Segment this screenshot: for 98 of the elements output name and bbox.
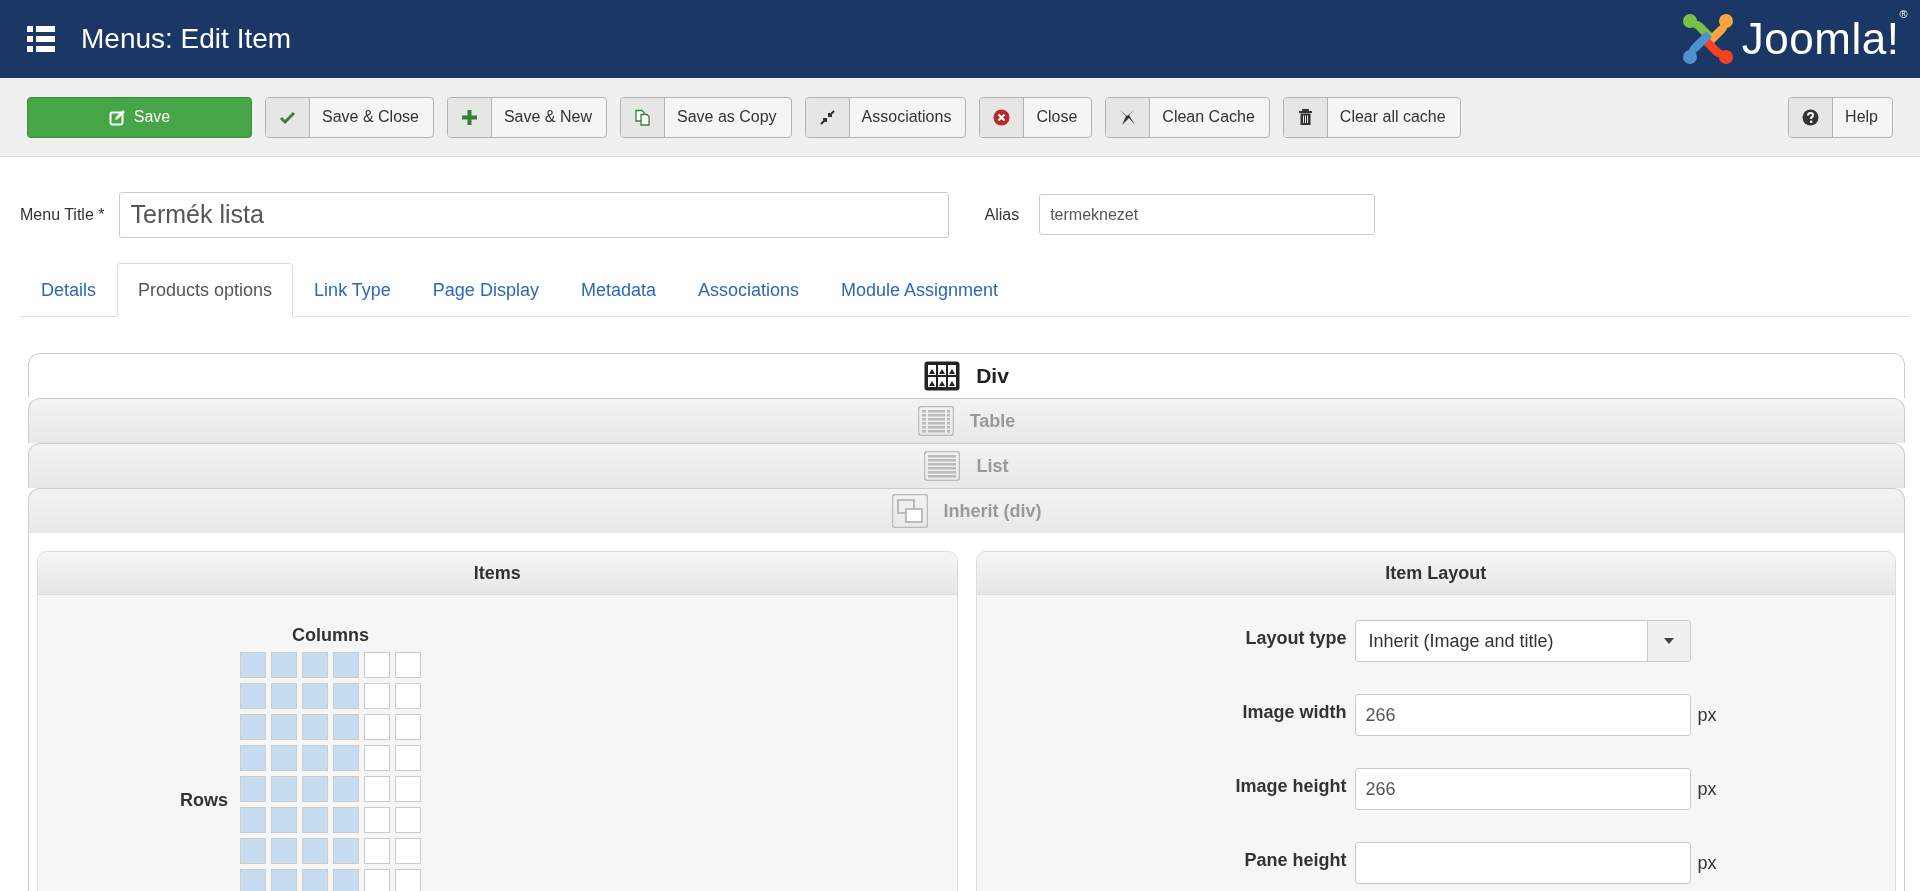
unit-label: px — [1697, 852, 1717, 874]
grid-cell[interactable] — [271, 869, 297, 891]
tab[interactable]: Page Display — [411, 263, 560, 317]
grid-cell[interactable] — [302, 745, 328, 771]
grid-cell[interactable] — [302, 869, 328, 891]
grid-cell[interactable] — [333, 807, 359, 833]
field-label: Menu Title * — [20, 205, 105, 224]
grid-cell[interactable] — [302, 776, 328, 802]
grid-cell[interactable] — [333, 652, 359, 678]
layout-option[interactable]: Div — [28, 353, 1905, 398]
trash-icon — [1296, 108, 1314, 126]
grid-cell[interactable] — [364, 869, 390, 891]
grid-cell[interactable] — [240, 869, 266, 891]
text-field[interactable] — [1354, 842, 1691, 884]
unit-label: px — [1697, 778, 1717, 800]
toolbar-button[interactable]: Clear all cache — [1282, 96, 1461, 138]
tab[interactable]: Associations — [676, 263, 821, 317]
unit-label: px — [1697, 704, 1717, 726]
tab[interactable]: Metadata — [559, 263, 677, 317]
lightning-icon — [1119, 108, 1137, 126]
grid-cell[interactable] — [240, 838, 266, 864]
field-label: Image width — [1241, 701, 1347, 723]
grid-cell[interactable] — [271, 776, 297, 802]
grid-cell[interactable] — [395, 776, 421, 802]
grid-cell[interactable] — [364, 807, 390, 833]
grid-cell[interactable] — [364, 683, 390, 709]
field-label: Layout type — [1244, 627, 1347, 649]
help-icon — [1802, 108, 1820, 126]
grid-axis-label: Columns — [292, 625, 369, 646]
toolbar-button[interactable]: Associations — [804, 96, 967, 138]
grid-cell[interactable] — [333, 714, 359, 740]
grid-cell[interactable] — [240, 683, 266, 709]
list-icon — [27, 26, 55, 52]
page-title: Menus: Edit Item — [81, 23, 293, 55]
grid-cell[interactable] — [271, 714, 297, 740]
panel-header: Items — [38, 552, 957, 595]
toolbar-button[interactable]: Save as Copy — [620, 96, 792, 138]
windows-icon — [891, 494, 928, 528]
grid-cell[interactable] — [364, 745, 390, 771]
tab[interactable]: Link Type — [293, 263, 412, 317]
grid-cell[interactable] — [302, 683, 328, 709]
alias-field[interactable]: termeknezet — [1039, 194, 1376, 235]
grid-cell[interactable] — [395, 745, 421, 771]
grid-cell[interactable] — [333, 838, 359, 864]
toolbar-button[interactable]: Save & Close — [265, 96, 434, 138]
list-lines-icon — [924, 451, 961, 481]
grid-cell[interactable] — [364, 776, 390, 802]
grid-cell[interactable] — [364, 838, 390, 864]
grid-cell[interactable] — [333, 683, 359, 709]
close-icon — [993, 108, 1011, 126]
field-label: Alias — [984, 205, 1020, 224]
grid-cell[interactable] — [333, 776, 359, 802]
tab[interactable]: Module Assignment — [820, 263, 1020, 317]
grid-cell[interactable] — [240, 714, 266, 740]
grid-cell[interactable] — [333, 745, 359, 771]
grid-cell[interactable] — [271, 838, 297, 864]
grid-cell[interactable] — [240, 776, 266, 802]
grid-cell[interactable] — [302, 807, 328, 833]
field-label: Image height — [1234, 775, 1347, 797]
layout-type-dropdown[interactable]: Inherit (Image and title) — [1354, 620, 1691, 662]
menu-title-field[interactable]: Termék lista — [119, 191, 950, 238]
grid-cell[interactable] — [364, 652, 390, 678]
grid-cell[interactable] — [395, 683, 421, 709]
caret-icon — [1663, 638, 1674, 644]
edit-icon — [108, 108, 126, 126]
toolbar-button[interactable]: Clean Cache — [1105, 96, 1270, 138]
grid-cell[interactable] — [271, 807, 297, 833]
grid-cell[interactable] — [364, 714, 390, 740]
grid-cell[interactable] — [271, 683, 297, 709]
grid-cell[interactable] — [395, 838, 421, 864]
grid-cell[interactable] — [240, 807, 266, 833]
shrink-arrows-icon — [818, 108, 836, 126]
grid-cell[interactable] — [240, 652, 266, 678]
grid-cell[interactable] — [302, 714, 328, 740]
grid-cell[interactable] — [395, 807, 421, 833]
tab[interactable]: Products options — [117, 263, 294, 317]
grid-cell[interactable] — [302, 652, 328, 678]
grid-cell[interactable] — [271, 745, 297, 771]
grid-view-icon — [924, 361, 961, 391]
text-field[interactable]: 266 — [1354, 694, 1691, 736]
plus-icon — [460, 108, 478, 126]
grid-cell[interactable] — [395, 652, 421, 678]
help-button[interactable]: Help — [1788, 96, 1893, 138]
text-field[interactable]: 266 — [1354, 768, 1691, 810]
grid-cell[interactable] — [395, 869, 421, 891]
panel-header: Item Layout — [976, 552, 1895, 595]
field-label: Pane height — [1243, 849, 1347, 871]
grid-cell[interactable] — [240, 745, 266, 771]
grid-cell[interactable] — [271, 652, 297, 678]
copy-icon — [634, 108, 651, 126]
grid-cell[interactable] — [302, 838, 328, 864]
grid-cell[interactable] — [333, 869, 359, 891]
tab[interactable]: Details — [20, 263, 118, 317]
grid-axis-label: Rows — [180, 789, 228, 811]
toolbar-button[interactable]: Save & New — [446, 96, 607, 138]
grid-cell[interactable] — [395, 714, 421, 740]
table-rows-icon — [917, 406, 954, 436]
toolbar-button[interactable]: Close — [979, 96, 1093, 138]
